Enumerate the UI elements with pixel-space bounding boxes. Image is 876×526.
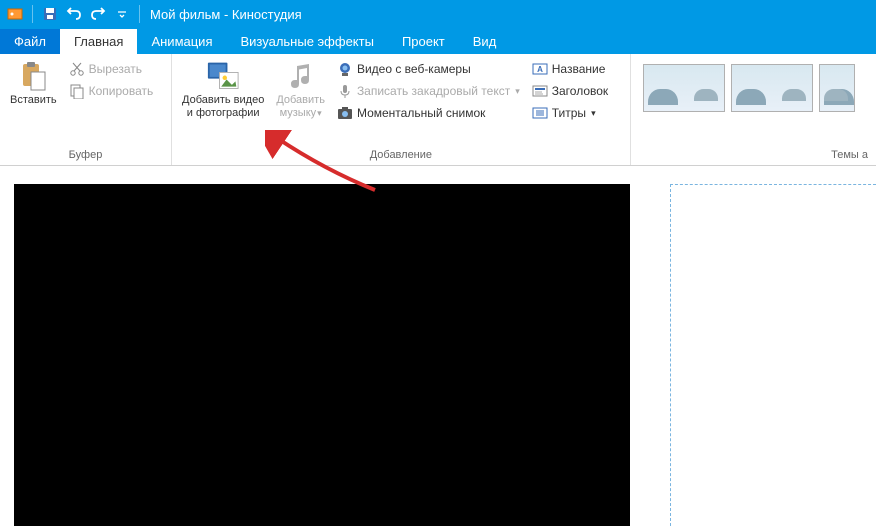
workspace [0,166,876,526]
title-icon: A [532,61,548,77]
group-themes-label: Темы а [637,147,870,163]
header-label: Заголовок [552,84,608,98]
tab-view[interactable]: Вид [459,29,511,54]
group-buffer: Вставить Вырезать Копировать Буфер [0,54,172,165]
webcam-icon [337,61,353,77]
paste-button[interactable]: Вставить [6,58,61,147]
timeline-pane[interactable] [670,184,876,526]
titlebar: Мой фильм - Киностудия [0,0,876,28]
add-music-button[interactable]: Добавитьмузыку▾ [272,58,329,147]
copy-icon [69,83,85,99]
cut-icon [69,61,85,77]
qat-dropdown-icon[interactable] [111,3,133,25]
theme-thumb-3[interactable] [819,64,855,112]
add-media-icon [207,60,239,92]
theme-thumb-2[interactable] [731,64,813,112]
tab-project[interactable]: Проект [388,29,459,54]
app-icon[interactable] [4,3,26,25]
webcam-button[interactable]: Видео с веб-камеры [333,58,524,80]
tab-animation[interactable]: Анимация [137,29,226,54]
tab-file[interactable]: Файл [0,29,60,54]
undo-icon[interactable] [63,3,85,25]
preview-pane[interactable] [14,184,630,526]
add-music-icon [285,60,317,92]
credits-icon [532,105,548,121]
title-label: Название [552,62,606,76]
webcam-label: Видео с веб-камеры [357,62,471,76]
paste-icon [17,60,49,92]
mic-icon [337,83,353,99]
ribbon-tabs: Файл Главная Анимация Визуальные эффекты… [0,28,876,54]
redo-icon[interactable] [87,3,109,25]
narration-button[interactable]: Записать закадровый текст▾ [333,80,524,102]
theme-thumb-1[interactable] [643,64,725,112]
group-adding-label: Добавление [178,147,624,163]
copy-button[interactable]: Копировать [65,80,158,102]
snapshot-icon [337,105,353,121]
tab-effects[interactable]: Визуальные эффекты [226,29,387,54]
ribbon: Вставить Вырезать Копировать Буфер [0,54,876,166]
snapshot-button[interactable]: Моментальный снимок [333,102,524,124]
svg-text:A: A [537,65,543,74]
snapshot-label: Моментальный снимок [357,106,485,120]
cut-button[interactable]: Вырезать [65,58,158,80]
group-adding: Добавить видеои фотографии Добавитьмузык… [172,54,631,165]
add-media-button[interactable]: Добавить видеои фотографии [178,58,268,147]
credits-label: Титры [552,106,586,120]
save-icon[interactable] [39,3,61,25]
title-button[interactable]: A Название [528,58,624,80]
header-button[interactable]: Заголовок [528,80,624,102]
credits-button[interactable]: Титры▾ [528,102,624,124]
header-icon [532,83,548,99]
narration-label: Записать закадровый текст [357,84,510,98]
group-buffer-label: Буфер [6,147,165,163]
window-title: Мой фильм - Киностудия [150,7,302,22]
copy-label: Копировать [89,84,154,98]
tab-home[interactable]: Главная [60,29,137,54]
group-themes: Темы а [631,54,876,165]
cut-label: Вырезать [89,62,142,76]
